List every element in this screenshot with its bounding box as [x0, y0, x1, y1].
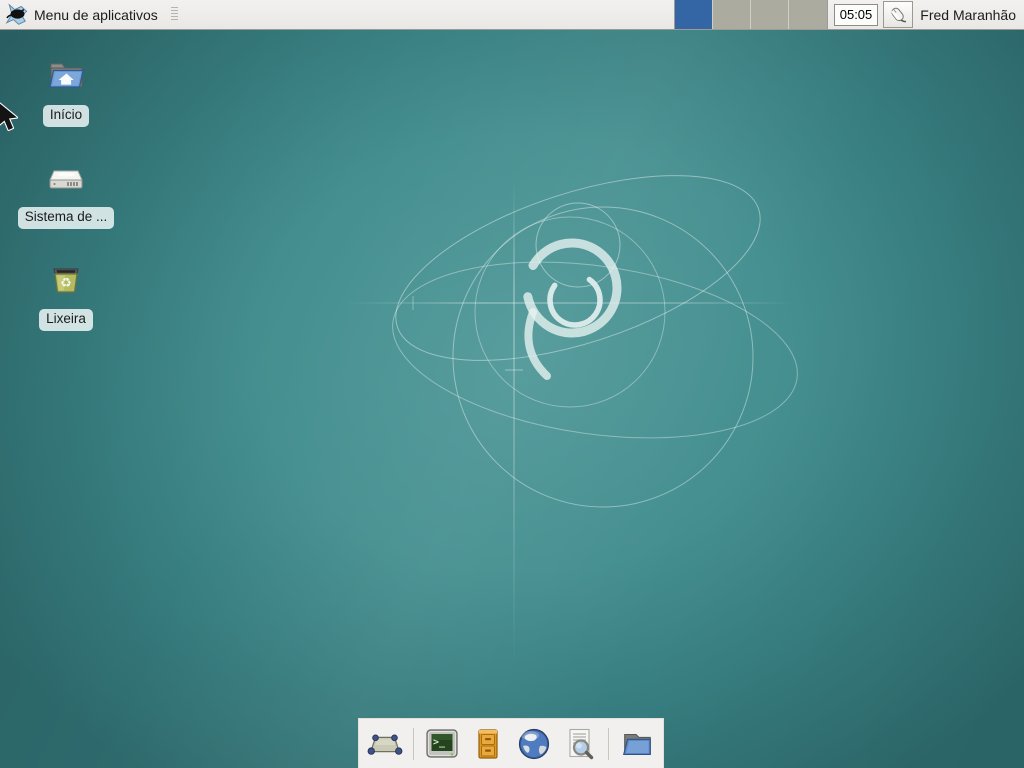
- dock-separator: [413, 728, 414, 760]
- xfce-mouse-logo-icon: [5, 3, 29, 27]
- desktop-icon-label: Sistema de ...: [18, 207, 115, 229]
- applications-menu-button[interactable]: Menu de aplicativos: [0, 0, 162, 29]
- show-desktop-icon: [367, 726, 403, 762]
- terminal-icon: >_: [424, 726, 460, 762]
- username-label[interactable]: Fred Maranhão: [920, 7, 1016, 23]
- workspace-4[interactable]: [789, 0, 827, 29]
- show-desktop-button[interactable]: [367, 726, 403, 762]
- desktop-icon-filesystem[interactable]: Sistema de ...: [14, 158, 118, 229]
- panel-handle-icon[interactable]: [171, 7, 178, 22]
- file-cabinet-launcher[interactable]: [470, 726, 506, 762]
- file-cabinet-icon: [470, 726, 506, 762]
- desktop-icon-trash[interactable]: ♻ Lixeira: [14, 260, 118, 331]
- terminal-launcher[interactable]: >_: [424, 726, 460, 762]
- clock[interactable]: 05:05: [834, 4, 879, 26]
- bottom-dock-panel: >_: [358, 718, 664, 768]
- svg-text:♻: ♻: [60, 276, 72, 291]
- file-manager-folder-icon: [619, 726, 655, 762]
- workspace-switcher: [675, 0, 827, 29]
- file-manager-launcher[interactable]: [619, 726, 655, 762]
- desktop-icon-label: Início: [43, 105, 89, 127]
- trash-icon: ♻: [44, 260, 88, 302]
- workspace-1[interactable]: [675, 0, 713, 29]
- dock-separator: [608, 728, 609, 760]
- workspace-3[interactable]: [751, 0, 789, 29]
- application-finder-icon: [562, 726, 598, 762]
- desktop-icon-home[interactable]: Início: [14, 56, 118, 127]
- application-finder-launcher[interactable]: [562, 726, 598, 762]
- desktop-icon-label: Lixeira: [39, 309, 93, 331]
- home-folder-icon: [44, 56, 88, 98]
- mouse-device-icon: [888, 5, 908, 25]
- wallpaper-debian-lines: [0, 0, 1024, 768]
- top-panel: Menu de aplicativos 05:05 Fred Maranhão: [0, 0, 1024, 30]
- action-button[interactable]: [883, 1, 913, 28]
- web-browser-globe-icon: [516, 726, 552, 762]
- filesystem-drive-icon: [44, 158, 88, 200]
- svg-text:>_: >_: [433, 737, 446, 748]
- workspace-2[interactable]: [713, 0, 751, 29]
- web-browser-launcher[interactable]: [516, 726, 552, 762]
- applications-menu-label: Menu de aplicativos: [34, 7, 158, 23]
